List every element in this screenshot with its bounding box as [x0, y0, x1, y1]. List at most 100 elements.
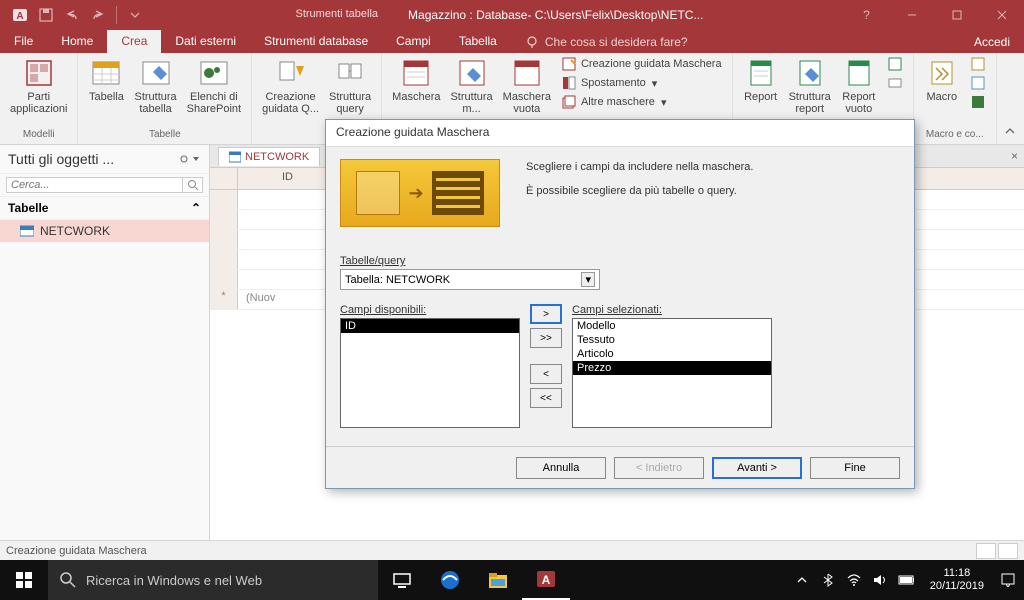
- query-design-icon: [334, 57, 366, 89]
- remove-all-fields-button[interactable]: <<: [530, 388, 562, 408]
- save-icon[interactable]: [34, 3, 58, 27]
- ribbon-group-macro: Macro e co...: [920, 129, 990, 142]
- selected-fields-list[interactable]: Modello Tessuto Articolo Prezzo: [572, 318, 772, 428]
- view-datasheet-button[interactable]: [976, 543, 996, 559]
- table-icon: [90, 57, 122, 89]
- ribbon-creazione-guidata-maschera[interactable]: Creazione guidata Maschera: [557, 55, 726, 73]
- undo-icon[interactable]: [60, 3, 84, 27]
- ribbon-spostamento[interactable]: Spostamento▾: [557, 74, 726, 92]
- ribbon-vb[interactable]: [966, 93, 990, 111]
- help-icon[interactable]: ?: [844, 0, 889, 29]
- database-title: Magazzino : Database- C:\Users\Felix\Des…: [408, 8, 703, 22]
- nav-item-netcwork[interactable]: NETCWORK: [0, 220, 209, 242]
- selected-fields-label: Campi selezionati:: [572, 304, 772, 316]
- list-item[interactable]: ID: [341, 319, 519, 333]
- context-tools-title: Strumenti tabella: [296, 8, 379, 22]
- nav-header[interactable]: Tutti gli oggetti ...: [0, 145, 209, 174]
- ribbon-class-module[interactable]: [966, 74, 990, 92]
- tab-tabella[interactable]: Tabella: [445, 30, 511, 53]
- ribbon-module[interactable]: [966, 55, 990, 73]
- qat-customize-icon[interactable]: [123, 3, 147, 27]
- redo-icon[interactable]: [86, 3, 110, 27]
- more-forms-icon: [561, 94, 577, 110]
- ribbon-elenchi-sharepoint[interactable]: Elenchi di SharePoint: [183, 55, 245, 117]
- access-app-icon: A: [8, 3, 32, 27]
- nav-search-input[interactable]: [6, 177, 183, 193]
- tray-battery-icon[interactable]: [898, 572, 914, 588]
- tab-campi[interactable]: Campi: [382, 30, 445, 53]
- quick-access-toolbar: A: [0, 3, 155, 27]
- navigation-pane: Tutti gli oggetti ... Tabelle ⌃ NETCWORK: [0, 145, 210, 540]
- tray-wifi-icon[interactable]: [846, 572, 862, 588]
- chevron-down-icon[interactable]: [179, 154, 201, 164]
- ribbon-collapse-icon[interactable]: [1004, 126, 1020, 142]
- tab-file[interactable]: File: [0, 30, 47, 53]
- column-id[interactable]: ID: [238, 168, 338, 189]
- new-row-selector[interactable]: *: [210, 290, 238, 309]
- ribbon-struttura-tabella[interactable]: Struttura tabella: [130, 55, 180, 117]
- start-button[interactable]: [0, 560, 48, 600]
- tray-volume-icon[interactable]: [872, 572, 888, 588]
- tab-crea[interactable]: Crea: [107, 30, 161, 53]
- view-design-button[interactable]: [998, 543, 1018, 559]
- cancel-button[interactable]: Annulla: [516, 457, 606, 479]
- list-item[interactable]: Prezzo: [573, 361, 771, 375]
- taskbar-search[interactable]: Ricerca in Windows e nel Web: [48, 560, 378, 600]
- row-selector[interactable]: [210, 190, 238, 209]
- tables-query-select[interactable]: Tabella: NETCWORK ▾: [340, 269, 600, 290]
- list-item[interactable]: Articolo: [573, 347, 771, 361]
- ribbon-tabella[interactable]: Tabella: [84, 55, 128, 105]
- datasheet-close-icon[interactable]: ×: [1011, 149, 1018, 163]
- wizard-title: Creazione guidata Maschera: [326, 120, 914, 147]
- navigation-icon: [561, 75, 577, 91]
- signin-link[interactable]: Accedi: [960, 31, 1024, 53]
- taskbar-edge[interactable]: [426, 560, 474, 600]
- report-icon: [745, 57, 777, 89]
- add-all-fields-button[interactable]: >>: [530, 328, 562, 348]
- tab-home[interactable]: Home: [47, 30, 107, 53]
- tray-bluetooth-icon[interactable]: [820, 572, 836, 588]
- search-icon[interactable]: [183, 177, 203, 193]
- minimize-button[interactable]: [889, 0, 934, 29]
- ribbon-maschera[interactable]: Maschera: [388, 55, 444, 105]
- task-view-button[interactable]: [378, 560, 426, 600]
- available-fields-list[interactable]: ID: [340, 318, 520, 428]
- tab-strumenti-database[interactable]: Strumenti database: [250, 30, 382, 53]
- remove-field-button[interactable]: <: [530, 364, 562, 384]
- ribbon-creazione-query[interactable]: Creazione guidata Q...: [258, 55, 323, 117]
- ribbon-struttura-report[interactable]: Struttura report: [785, 55, 835, 117]
- statusbar: Creazione guidata Maschera: [0, 540, 1024, 560]
- ribbon-report[interactable]: Report: [739, 55, 783, 105]
- search-icon: [60, 572, 76, 588]
- ribbon-struttura-maschera[interactable]: Struttura m...: [446, 55, 496, 117]
- ribbon-altre-maschere[interactable]: Altre maschere▾: [557, 93, 726, 111]
- taskbar-explorer[interactable]: [474, 560, 522, 600]
- row-selector-header[interactable]: [210, 168, 238, 189]
- form-design-icon: [456, 57, 488, 89]
- next-button[interactable]: Avanti >: [712, 457, 802, 479]
- ribbon-parti-applicazioni[interactable]: Parti applicazioni: [6, 55, 71, 117]
- finish-button[interactable]: Fine: [810, 457, 900, 479]
- ribbon-report-vuoto[interactable]: Report vuoto: [837, 55, 881, 117]
- tray-chevron-up-icon[interactable]: [794, 572, 810, 588]
- macro-icon: [926, 57, 958, 89]
- tab-dati-esterni[interactable]: Dati esterni: [161, 30, 250, 53]
- wizard-intro: Scegliere i campi da includere nella mas…: [526, 161, 900, 209]
- ribbon-report-wizard[interactable]: [883, 55, 907, 73]
- taskbar-access[interactable]: A: [522, 560, 570, 600]
- collapse-icon[interactable]: ⌃: [191, 201, 201, 215]
- ribbon-struttura-query[interactable]: Struttura query: [325, 55, 375, 117]
- list-item[interactable]: Tessuto: [573, 333, 771, 347]
- nav-group-tabelle[interactable]: Tabelle ⌃: [0, 197, 209, 220]
- maximize-button[interactable]: [934, 0, 979, 29]
- ribbon-labels[interactable]: [883, 74, 907, 92]
- taskbar-clock[interactable]: 11:18 20/11/2019: [924, 567, 990, 593]
- close-button[interactable]: [979, 0, 1024, 29]
- tray-notifications-icon[interactable]: [1000, 572, 1016, 588]
- add-field-button[interactable]: >: [530, 304, 562, 324]
- ribbon-macro[interactable]: Macro: [920, 55, 964, 105]
- tell-me-search[interactable]: Che cosa si desidera fare?: [511, 31, 702, 53]
- list-item[interactable]: Modello: [573, 319, 771, 333]
- ribbon-maschera-vuota[interactable]: Maschera vuota: [499, 55, 555, 117]
- datasheet-tab[interactable]: NETCWORK: [218, 147, 320, 166]
